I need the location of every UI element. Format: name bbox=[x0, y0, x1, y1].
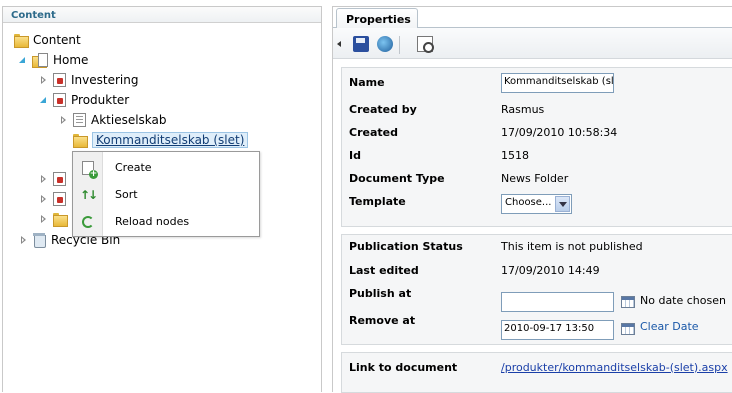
id-label: Id bbox=[349, 148, 361, 162]
clear-date-link[interactable]: Clear Date bbox=[640, 320, 699, 333]
create-icon bbox=[82, 160, 98, 179]
properties-panel: Properties Name Kommanditselskab (slet) … bbox=[332, 6, 732, 393]
publish-at-label: Publish at bbox=[349, 286, 412, 300]
menu-item-label: Reload nodes bbox=[115, 215, 190, 228]
publication-status-label: Publication Status bbox=[349, 239, 463, 253]
tree-node-kommanditselskab[interactable]: Kommanditselskab (slet) bbox=[73, 131, 249, 149]
menu-item-create[interactable]: Create bbox=[73, 154, 259, 181]
collapse-arrow-icon[interactable] bbox=[19, 235, 29, 245]
template-select-value: Choose... bbox=[505, 197, 552, 208]
publishing-group: Publication Status This item is not publ… bbox=[341, 234, 732, 345]
publication-status-value: This item is not published bbox=[501, 239, 643, 253]
tree-node-label: Investering bbox=[71, 73, 139, 87]
document-icon bbox=[53, 73, 66, 87]
row-link-to-document: Link to document /produkter/kommanditsel… bbox=[342, 356, 732, 378]
properties-group: Name Kommanditselskab (slet) Created by … bbox=[341, 67, 732, 227]
created-label: Created bbox=[349, 125, 398, 139]
document-icon bbox=[73, 113, 86, 127]
document-icon bbox=[53, 93, 66, 107]
tree-node-investering[interactable]: Investering bbox=[39, 71, 138, 89]
tree-node-label: Content bbox=[33, 33, 81, 47]
last-edited-value: 17/09/2010 14:49 bbox=[501, 263, 600, 277]
context-menu: Create ↑↓ Sort Reload nodes bbox=[72, 151, 260, 237]
reload-icon bbox=[82, 215, 94, 228]
row-document-type: Document Type News Folder bbox=[342, 167, 732, 189]
link-group: Link to document /produkter/kommanditsel… bbox=[341, 352, 732, 393]
row-last-edited: Last edited 17/09/2010 14:49 bbox=[342, 259, 732, 281]
tree-node-aktieselskab[interactable]: Aktieselskab bbox=[59, 111, 167, 129]
expand-arrow-icon[interactable] bbox=[39, 95, 49, 105]
tree-node-produkter[interactable]: Produkter bbox=[39, 91, 129, 109]
calendar-icon[interactable] bbox=[621, 323, 635, 335]
menu-item-label: Create bbox=[115, 161, 152, 174]
tab-bar: Properties bbox=[333, 7, 732, 29]
created-by-label: Created by bbox=[349, 102, 417, 116]
globe-icon[interactable] bbox=[377, 36, 393, 52]
tree-node-label-selected[interactable]: Kommanditselskab (slet) bbox=[92, 132, 249, 148]
document-link[interactable]: /produkter/kommanditselskab-(slet).aspx bbox=[501, 361, 728, 374]
home-folder-icon bbox=[32, 53, 48, 68]
tree-node-label: Aktieselskab bbox=[91, 113, 167, 127]
menu-item-reload[interactable]: Reload nodes bbox=[73, 208, 259, 235]
template-select[interactable]: Choose... bbox=[501, 194, 572, 214]
row-template: Template Choose... bbox=[342, 190, 732, 214]
row-created-by: Created by Rasmus bbox=[342, 98, 732, 120]
name-input[interactable]: Kommanditselskab (slet) bbox=[501, 73, 614, 93]
folder-icon bbox=[53, 212, 68, 227]
folder-icon bbox=[73, 133, 88, 148]
collapse-arrow-icon[interactable] bbox=[39, 174, 49, 184]
content-panel-title: Content bbox=[3, 7, 321, 23]
created-value: 17/09/2010 10:58:34 bbox=[501, 125, 618, 139]
sort-arrows-icon: ↑↓ bbox=[79, 187, 98, 202]
document-type-value: News Folder bbox=[501, 171, 569, 185]
row-id: Id 1518 bbox=[342, 144, 732, 166]
calendar-icon[interactable] bbox=[621, 296, 635, 308]
document-icon bbox=[53, 172, 66, 186]
tree-node-content[interactable]: Content bbox=[14, 31, 81, 49]
collapse-arrow-icon[interactable] bbox=[59, 115, 69, 125]
publish-at-note: No date chosen bbox=[640, 294, 726, 307]
link-to-document-label: Link to document bbox=[349, 360, 458, 374]
remove-at-input[interactable]: 2010-09-17 13:50 bbox=[501, 320, 614, 340]
name-label: Name bbox=[349, 75, 385, 89]
row-name: Name Kommanditselskab (slet) bbox=[342, 71, 732, 93]
save-icon[interactable] bbox=[353, 36, 369, 52]
template-label: Template bbox=[349, 194, 406, 208]
toolbar-separator bbox=[399, 36, 400, 54]
tree-node-label: Home bbox=[53, 53, 89, 67]
tree-node-hidden-3[interactable] bbox=[39, 210, 72, 228]
tree-node-label: Produkter bbox=[71, 93, 130, 107]
chevron-down-icon[interactable] bbox=[555, 196, 570, 212]
last-edited-label: Last edited bbox=[349, 263, 419, 277]
menu-item-label: Sort bbox=[115, 188, 138, 201]
remove-at-label: Remove at bbox=[349, 313, 416, 327]
document-type-label: Document Type bbox=[349, 171, 445, 185]
recycle-bin-icon bbox=[33, 233, 46, 248]
collapse-arrow-icon[interactable] bbox=[39, 194, 49, 204]
expand-arrow-icon[interactable] bbox=[18, 55, 28, 65]
tree-node-hidden-1[interactable] bbox=[39, 170, 71, 188]
created-by-value: Rasmus bbox=[501, 102, 545, 116]
row-publication-status: Publication Status This item is not publ… bbox=[342, 235, 732, 257]
preview-icon[interactable] bbox=[417, 36, 434, 53]
id-value: 1518 bbox=[501, 148, 529, 162]
tree-node-hidden-2[interactable] bbox=[39, 190, 71, 208]
folder-icon bbox=[14, 33, 29, 48]
toolbar bbox=[333, 28, 732, 59]
menu-item-sort[interactable]: ↑↓ Sort bbox=[73, 181, 259, 208]
tree-node-home[interactable]: Home bbox=[18, 51, 88, 69]
caret-left-icon[interactable] bbox=[337, 41, 341, 47]
collapse-arrow-icon[interactable] bbox=[39, 214, 49, 224]
document-icon bbox=[53, 192, 66, 206]
tab-properties[interactable]: Properties bbox=[336, 8, 418, 29]
collapse-arrow-icon[interactable] bbox=[39, 75, 49, 85]
row-created: Created 17/09/2010 10:58:34 bbox=[342, 121, 732, 143]
